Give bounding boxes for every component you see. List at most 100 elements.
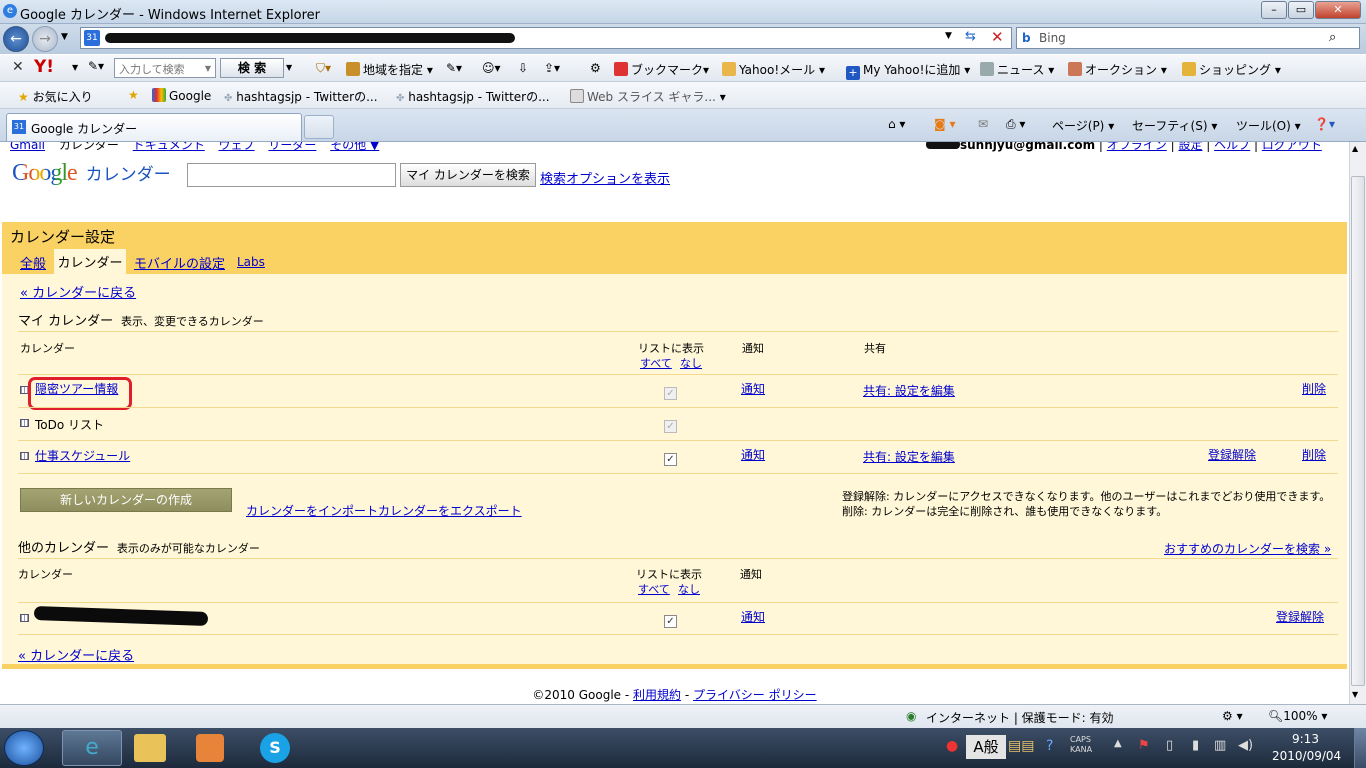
mail-icon[interactable]: ✉ — [978, 117, 988, 131]
taskbar-media-player[interactable] — [196, 734, 224, 762]
home-icon[interactable]: ⌂ ▾ — [888, 117, 905, 131]
import-calendar-link[interactable]: カレンダーをインポート — [246, 502, 378, 519]
yahoo-search-input[interactable]: 入力して検索 ▼ — [114, 58, 216, 78]
help-icon[interactable]: ❓▾ — [1314, 117, 1335, 131]
tab-google-calendar[interactable]: 31 Google カレンダー — [6, 113, 302, 141]
select-all-link[interactable]: すべて — [640, 355, 672, 371]
ime-help-icon[interactable]: ? — [1046, 738, 1053, 754]
ime-indicator[interactable]: A般 — [966, 735, 1006, 759]
yahoo-logo[interactable]: Y! — [34, 57, 54, 77]
region-button[interactable]: 地域を指定 ▾ — [346, 61, 433, 78]
new-tab-button[interactable] — [304, 115, 334, 139]
tab-general[interactable]: 全般 — [20, 253, 46, 272]
shopping-button[interactable]: ショッピング ▾ — [1182, 61, 1281, 78]
select-all-link[interactable]: すべて — [638, 581, 670, 597]
scroll-up-icon[interactable]: ▲ — [1352, 144, 1358, 153]
tab-calendars[interactable]: カレンダー — [54, 249, 126, 274]
start-button[interactable] — [4, 730, 44, 766]
search-icon[interactable]: ⌕ — [1329, 30, 1336, 45]
download-icon[interactable]: ⇩ — [518, 61, 528, 75]
tray-tools-icon[interactable]: ▤▤ — [1008, 738, 1034, 754]
search-options-link[interactable]: 検索オプションを表示 — [540, 168, 670, 187]
show-in-list-checkbox[interactable]: ✓ — [664, 420, 677, 433]
show-in-list-checkbox[interactable]: ✓ — [664, 615, 677, 628]
help-link[interactable]: ヘルプ — [1214, 142, 1250, 152]
yahoo-menu-arrow[interactable]: ▼ — [72, 63, 78, 72]
share-settings-link[interactable]: 共有: 設定を編集 — [863, 448, 955, 465]
print-icon[interactable]: ⎙ ▾ — [1006, 117, 1025, 132]
calendar-name-link[interactable]: 仕事スケジュール — [35, 447, 130, 464]
fav-hashtags-1[interactable]: ✤ hashtagsjp - Twitterの... — [224, 88, 378, 105]
show-hidden-icons[interactable]: ▲ — [1114, 738, 1122, 749]
calendar-search-input[interactable] — [187, 163, 396, 187]
scroll-down-icon[interactable]: ▼ — [1352, 690, 1358, 699]
show-in-list-checkbox[interactable]: ✓ — [664, 387, 677, 400]
yahoo-search-button[interactable]: 検 索 — [220, 58, 284, 78]
protected-mode-icon[interactable]: ⚙ ▾ — [1222, 709, 1243, 723]
close-button[interactable]: ✕ — [1315, 1, 1361, 19]
share-settings-link[interactable]: 共有: 設定を編集 — [863, 382, 955, 399]
fav-web-slice[interactable]: Web スライス ギャラ... ▾ — [570, 88, 726, 105]
unsubscribe-link[interactable]: 登録解除 — [1208, 446, 1256, 463]
forward-button[interactable]: → — [32, 26, 58, 52]
taskbar-skype[interactable]: S — [260, 733, 290, 763]
export-calendar-link[interactable]: カレンダーをエクスポート — [378, 502, 522, 519]
tab-labs[interactable]: Labs — [237, 255, 265, 269]
action-center-icon[interactable]: ⚑ — [1138, 738, 1150, 753]
google-calendar-logo[interactable]: Google カレンダー — [12, 160, 171, 187]
refresh-icon[interactable]: ⇆ — [965, 29, 976, 44]
address-dropdown-icon[interactable]: ▼ — [945, 31, 952, 41]
minimize-button[interactable]: – — [1261, 1, 1287, 19]
shield-icon[interactable]: ⛉▾ — [316, 61, 331, 76]
notifications-link[interactable]: 通知 — [741, 608, 765, 625]
add-my-yahoo-button[interactable]: + My Yahoo!に追加 ▾ — [846, 61, 970, 80]
address-field[interactable]: 31 ▼ ⇆ ✕ — [80, 27, 1012, 49]
bing-search-field[interactable]: b Bing ⌕ — [1016, 27, 1360, 49]
zoom-control[interactable]: 🔍︎100% ▾ — [1268, 709, 1327, 723]
device-icon[interactable]: ▯ — [1166, 738, 1173, 753]
taskbar-ie[interactable]: e — [62, 730, 122, 766]
battery-icon[interactable]: ▮ — [1192, 738, 1199, 753]
taskbar-explorer[interactable] — [134, 734, 166, 762]
web-link[interactable]: ウェブ — [219, 142, 255, 152]
add-favorite-icon[interactable]: ★ — [128, 88, 139, 102]
notifications-link[interactable]: 通知 — [741, 446, 765, 463]
more-link[interactable]: その他 ▼ — [330, 142, 379, 152]
terms-link[interactable]: 利用規約 — [633, 688, 681, 702]
page-menu[interactable]: ページ(P) ▾ — [1052, 117, 1114, 134]
news-button[interactable]: ニュース ▾ — [980, 61, 1054, 78]
fav-hashtags-2[interactable]: ✤ hashtagsjp - Twitterの... — [396, 88, 550, 105]
user-icon[interactable]: ☺▾ — [482, 61, 501, 75]
recent-pages-icon[interactable]: ▼ — [61, 32, 68, 42]
toolbar-close-icon[interactable]: ✕ — [12, 59, 24, 75]
docs-link[interactable]: ドキュメント — [133, 142, 205, 152]
select-none-link[interactable]: なし — [678, 581, 700, 597]
rss-icon[interactable]: ◙ ▾ — [934, 117, 955, 131]
privacy-link[interactable]: プライバシー ポリシー — [693, 688, 817, 702]
highlight-icon[interactable]: ✎▾ — [446, 61, 462, 75]
search-my-calendars-button[interactable]: マイ カレンダーを検索 — [400, 163, 536, 187]
tray-app-icon[interactable]: ● — [946, 738, 958, 754]
security-zone[interactable]: インターネット | 保護モード: 有効 — [926, 709, 1114, 726]
volume-icon[interactable]: ◀) — [1238, 738, 1253, 753]
auction-button[interactable]: オークション ▾ — [1068, 61, 1167, 78]
browse-interesting-calendars-link[interactable]: おすすめのカレンダーを検索 » — [1164, 540, 1331, 557]
tab-mobile[interactable]: モバイルの設定 — [134, 253, 225, 272]
back-to-calendar-link-bottom[interactable]: « カレンダーに戻る — [18, 645, 134, 664]
tools-menu[interactable]: ツール(O) ▾ — [1236, 117, 1301, 134]
clock-date[interactable]: 2010/09/04 — [1272, 749, 1341, 763]
back-button[interactable]: ← — [3, 26, 29, 52]
pencil-icon[interactable]: ✎▾ — [88, 59, 104, 73]
notifications-link[interactable]: 通知 — [741, 380, 765, 397]
logout-link[interactable]: ログアウト — [1262, 142, 1322, 152]
settings-link[interactable]: 設定 — [1178, 142, 1202, 152]
delete-link[interactable]: 削除 — [1302, 446, 1326, 463]
reader-link[interactable]: リーダー — [268, 142, 316, 152]
stop-icon[interactable]: ✕ — [991, 28, 1004, 46]
gmail-link[interactable]: Gmail — [10, 142, 45, 152]
bookmark-toolbar-icon[interactable]: ⇪▾ — [544, 61, 560, 75]
back-to-calendar-link[interactable]: « カレンダーに戻る — [20, 282, 136, 301]
bookmark-button[interactable]: ブックマーク▾ — [614, 61, 709, 78]
create-calendar-button[interactable]: 新しいカレンダーの作成 — [20, 488, 232, 512]
clock-time[interactable]: 9:13 — [1292, 732, 1319, 746]
